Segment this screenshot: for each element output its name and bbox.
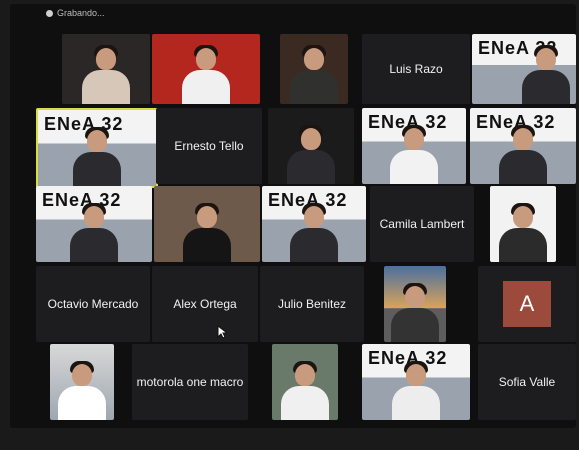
participant-video: [287, 125, 335, 184]
record-dot-icon: [46, 9, 53, 17]
participant-video: [290, 45, 338, 104]
video-tile[interactable]: ENeA 32: [472, 34, 576, 104]
video-tile[interactable]: ENeA 32: [470, 108, 576, 184]
participant-video: [281, 361, 329, 420]
participant-tile[interactable]: Camila Lambert: [370, 186, 474, 262]
participant-video: [392, 361, 440, 420]
participant-video: [182, 45, 230, 104]
video-call-window: Grabando... Luis Razo ENeA 32 ENeA 32 Er…: [10, 4, 576, 428]
participant-video: [499, 125, 547, 184]
video-tile[interactable]: [62, 34, 150, 104]
participant-video: [73, 127, 121, 186]
participant-tile[interactable]: Sofia Valle: [478, 344, 576, 420]
video-tile[interactable]: [384, 266, 446, 342]
video-tile[interactable]: [154, 186, 260, 262]
participant-video: [58, 361, 106, 420]
video-tile[interactable]: ENeA 32: [362, 108, 466, 184]
participant-video: [390, 125, 438, 184]
avatar-tile[interactable]: A: [478, 266, 576, 342]
participant-video: [82, 45, 130, 104]
avatar: A: [503, 281, 551, 327]
participant-tile[interactable]: Ernesto Tello: [156, 108, 262, 184]
participant-tile[interactable]: Julio Benitez: [260, 266, 364, 342]
video-tile[interactable]: [272, 344, 338, 420]
participant-name: Camila Lambert: [379, 217, 465, 231]
video-tile[interactable]: ENeA 32: [36, 186, 152, 262]
video-tile[interactable]: ENeA 32: [262, 186, 366, 262]
participant-video: [290, 203, 338, 262]
participant-name: motorola one macro: [136, 375, 244, 389]
participant-name: Octavio Mercado: [47, 297, 139, 311]
recording-label: Grabando...: [57, 8, 105, 18]
participant-tile[interactable]: motorola one macro: [132, 344, 248, 420]
participant-name: Ernesto Tello: [174, 139, 244, 153]
top-bar: Grabando...: [10, 4, 576, 22]
video-tile[interactable]: [280, 34, 348, 104]
video-tile[interactable]: [152, 34, 260, 104]
mouse-cursor-icon: [217, 325, 227, 339]
participant-video: [183, 203, 231, 262]
participant-name: Sofia Valle: [498, 375, 556, 389]
participant-video: [391, 283, 439, 342]
recording-status: Grabando...: [46, 8, 105, 18]
participant-name: Luis Razo: [389, 62, 443, 76]
participant-video: [522, 45, 570, 104]
participant-tile[interactable]: Luis Razo: [362, 34, 470, 104]
participant-name: Alex Ortega: [173, 297, 237, 311]
participant-tile[interactable]: Octavio Mercado: [36, 266, 150, 342]
video-tile[interactable]: [490, 186, 556, 262]
video-tile[interactable]: ENeA 32: [36, 108, 158, 188]
participant-name: Julio Benitez: [277, 297, 347, 311]
video-tile[interactable]: [50, 344, 114, 420]
participant-tile[interactable]: Alex Ortega: [152, 266, 258, 342]
participant-video: [70, 203, 118, 262]
participant-video: [499, 203, 547, 262]
video-tile[interactable]: [268, 108, 354, 184]
video-tile[interactable]: ENeA 32: [362, 344, 470, 420]
